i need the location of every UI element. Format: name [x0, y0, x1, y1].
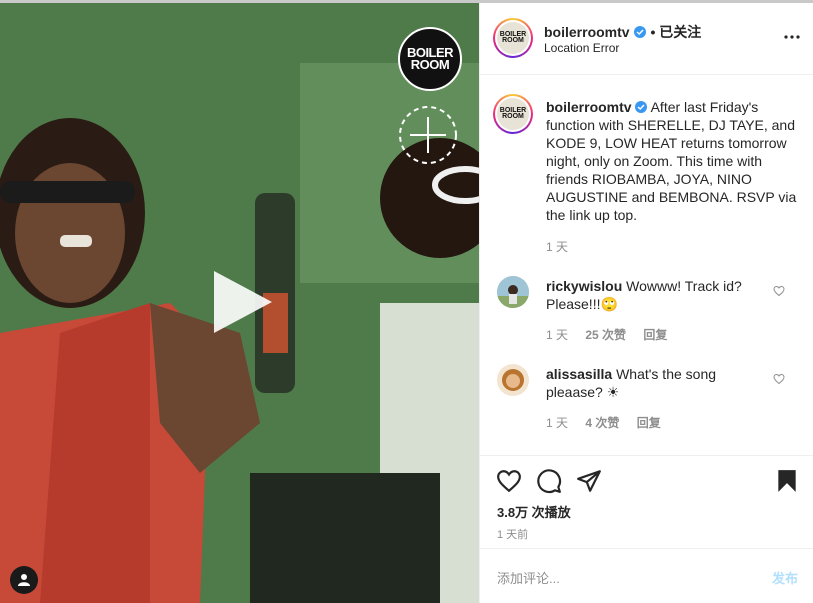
comment-likes[interactable]: 25 次赞 — [585, 328, 626, 342]
comment-username[interactable]: alissasilla — [546, 366, 612, 382]
commenter-avatar[interactable] — [497, 364, 529, 396]
author-avatar[interactable]: BOILER ROOM — [493, 18, 533, 58]
post-details-panel: BOILER ROOM boilerroomtv • 已关注 Location E… — [479, 3, 813, 603]
reply-button[interactable]: 回复 — [637, 416, 661, 430]
location-link[interactable]: Location Error — [544, 41, 619, 55]
comment-icon[interactable] — [536, 468, 562, 494]
view-count[interactable]: 3.8万 次播放 — [497, 502, 571, 521]
caption-text: After last Friday's function with SHEREL… — [546, 99, 797, 223]
add-comment-bar: 添加评论... 发布 — [480, 548, 813, 602]
post-caption: boilerroomtv After last Friday's functio… — [546, 98, 798, 224]
low-heat-logo — [399, 106, 457, 164]
comment-time[interactable]: 1 天 — [546, 328, 568, 342]
comment-item: alissasilla What's the song pleaase? ☀ — [546, 365, 776, 401]
caption-avatar[interactable]: BOILER ROOM — [493, 94, 533, 134]
comment-time[interactable]: 1 天 — [546, 416, 568, 430]
caption-username[interactable]: boilerroomtv — [546, 99, 632, 115]
tagged-user-icon[interactable] — [10, 566, 38, 594]
comment-like-icon[interactable] — [773, 285, 785, 297]
reply-button[interactable]: 回复 — [643, 328, 667, 342]
action-bar: 3.8万 次播放 1 天前 添加评论... 发布 — [480, 455, 813, 601]
caption-timestamp[interactable]: 1 天 — [546, 238, 568, 255]
video-player[interactable]: BOILER ROOM — [0, 3, 479, 603]
author-username[interactable]: boilerroomtv — [544, 24, 630, 40]
share-icon[interactable] — [576, 468, 602, 494]
comment-username[interactable]: rickywislou — [546, 278, 622, 294]
verified-badge-icon — [634, 26, 647, 38]
verified-badge-icon — [635, 101, 648, 113]
play-icon[interactable] — [210, 269, 276, 335]
comment-meta: 1 天 25 次赞 回复 — [546, 326, 681, 343]
post-dialog: BOILER ROOM BOILER ROOM boilerroomtv • 已… — [0, 0, 813, 603]
post-age[interactable]: 1 天前 — [497, 526, 528, 542]
commenter-avatar[interactable] — [497, 276, 529, 308]
bookmark-icon[interactable] — [774, 468, 800, 494]
logo-line-2: ROOM — [410, 57, 450, 72]
comment-item: rickywislou Wowww! Track id? Please!!!🙄 — [546, 277, 776, 313]
post-header: BOILER ROOM boilerroomtv • 已关注 Location E… — [480, 3, 813, 75]
follow-status[interactable]: • 已关注 — [650, 24, 701, 40]
add-comment-input[interactable]: 添加评论... — [497, 568, 560, 587]
comment-like-icon[interactable] — [773, 373, 785, 385]
heart-icon[interactable] — [496, 468, 522, 494]
post-comment-button[interactable]: 发布 — [772, 568, 798, 587]
boiler-room-logo: BOILER ROOM — [398, 27, 462, 91]
more-horizontal-icon[interactable] — [784, 34, 800, 40]
comment-meta: 1 天 4 次赞 回复 — [546, 414, 675, 431]
comment-likes[interactable]: 4 次赞 — [585, 416, 619, 430]
